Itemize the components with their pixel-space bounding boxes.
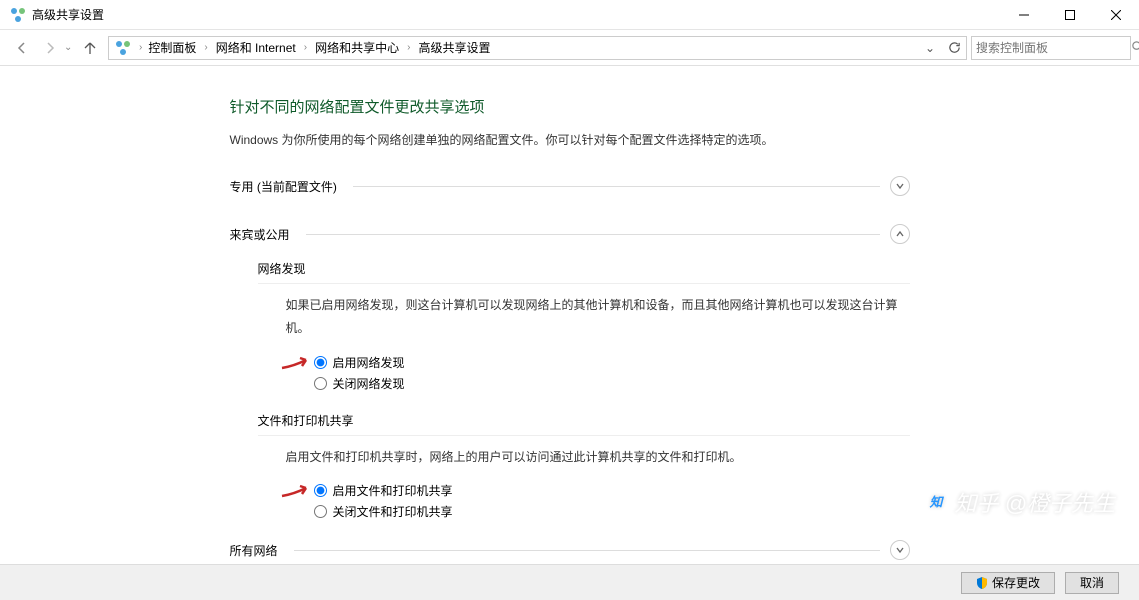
divider xyxy=(258,283,910,284)
cancel-button[interactable]: 取消 xyxy=(1065,572,1119,594)
chevron-right-icon: › xyxy=(202,42,209,53)
content-area: 针对不同的网络配置文件更改共享选项 Windows 为你所使用的每个网络创建单独… xyxy=(0,66,1139,564)
search-box[interactable] xyxy=(971,36,1131,60)
radio-disable-network-discovery[interactable]: 关闭网络发现 xyxy=(314,375,910,392)
maximize-button[interactable] xyxy=(1047,0,1093,30)
watermark: 知 知乎 @橙子先生 xyxy=(925,486,1115,518)
breadcrumb-item[interactable]: 网络和 Internet xyxy=(212,39,300,56)
section-all-networks[interactable]: 所有网络 xyxy=(230,534,910,564)
navbar: ⌄ › 控制面板› 网络和 Internet› 网络和共享中心› 高级共享设置 … xyxy=(0,30,1139,66)
chevron-right-icon: › xyxy=(137,42,144,53)
radio-input[interactable] xyxy=(314,484,327,497)
annotation-arrow-icon xyxy=(280,356,312,370)
search-icon xyxy=(1131,40,1139,56)
watermark-text: 知乎 @橙子先生 xyxy=(955,486,1115,518)
radio-input[interactable] xyxy=(314,356,327,369)
forward-button[interactable] xyxy=(36,34,64,62)
address-dropdown[interactable]: ⌄ xyxy=(918,37,942,59)
window-title: 高级共享设置 xyxy=(32,6,1001,23)
chevron-down-icon[interactable] xyxy=(890,540,910,560)
save-button[interactable]: 保存更改 xyxy=(961,572,1055,594)
section-label: 专用 (当前配置文件) xyxy=(230,178,337,195)
breadcrumb-item[interactable]: 控制面板 xyxy=(144,39,200,56)
titlebar: 高级共享设置 xyxy=(0,0,1139,30)
divider xyxy=(258,435,910,436)
radio-label: 启用网络发现 xyxy=(333,354,405,371)
radio-enable-file-sharing[interactable]: 启用文件和打印机共享 xyxy=(314,482,910,499)
search-input[interactable] xyxy=(976,41,1131,55)
chevron-right-icon: › xyxy=(302,42,309,53)
chevron-right-icon: › xyxy=(405,42,412,53)
chevron-up-icon[interactable] xyxy=(890,224,910,244)
radio-input[interactable] xyxy=(314,377,327,390)
group-title-text: 网络发现 xyxy=(258,262,306,276)
section-private[interactable]: 专用 (当前配置文件) xyxy=(230,170,910,202)
breadcrumb-item[interactable]: 高级共享设置 xyxy=(414,39,494,56)
breadcrumbs: 控制面板› 网络和 Internet› 网络和共享中心› 高级共享设置 xyxy=(144,39,494,56)
radio-label: 关闭文件和打印机共享 xyxy=(333,503,453,520)
svg-text:知: 知 xyxy=(928,495,944,510)
minimize-button[interactable] xyxy=(1001,0,1047,30)
section-label: 所有网络 xyxy=(230,542,278,559)
file-sharing-description: 启用文件和打印机共享时，网络上的用户可以访问通过此计算机共享的文件和打印机。 xyxy=(286,446,910,469)
divider xyxy=(306,234,880,235)
radio-disable-file-sharing[interactable]: 关闭文件和打印机共享 xyxy=(314,503,910,520)
divider xyxy=(353,186,880,187)
radio-input[interactable] xyxy=(314,505,327,518)
address-bar[interactable]: › 控制面板› 网络和 Internet› 网络和共享中心› 高级共享设置 ⌄ xyxy=(108,36,967,60)
radio-label: 启用文件和打印机共享 xyxy=(333,482,453,499)
page-description: Windows 为你所使用的每个网络创建单独的网络配置文件。你可以针对每个配置文… xyxy=(230,131,910,148)
refresh-button[interactable] xyxy=(942,37,966,59)
section-guest[interactable]: 来宾或公用 xyxy=(230,218,910,250)
guest-content: 网络发现 如果已启用网络发现，则这台计算机可以发现网络上的其他计算机和设备，而且… xyxy=(258,260,910,520)
file-sharing-radios: 启用文件和打印机共享 关闭文件和打印机共享 xyxy=(314,482,910,520)
shield-icon xyxy=(976,577,988,589)
group-title-text: 文件和打印机共享 xyxy=(258,414,354,428)
button-label: 取消 xyxy=(1080,574,1104,591)
history-dropdown[interactable]: ⌄ xyxy=(64,42,78,53)
location-icon xyxy=(115,40,131,56)
radio-label: 关闭网络发现 xyxy=(333,375,405,392)
close-button[interactable] xyxy=(1093,0,1139,30)
back-button[interactable] xyxy=(8,34,36,62)
button-label: 保存更改 xyxy=(992,574,1040,591)
page-heading: 针对不同的网络配置文件更改共享选项 xyxy=(230,96,910,117)
divider xyxy=(294,550,880,551)
app-icon xyxy=(10,7,26,23)
annotation-arrow-icon xyxy=(280,484,312,498)
chevron-down-icon[interactable] xyxy=(890,176,910,196)
group-file-sharing-title: 文件和打印机共享 xyxy=(258,412,910,436)
footer: 保存更改 取消 xyxy=(0,564,1139,600)
breadcrumb-item[interactable]: 网络和共享中心 xyxy=(311,39,403,56)
zhihu-icon: 知 xyxy=(925,491,947,513)
section-label: 来宾或公用 xyxy=(230,226,290,243)
network-discovery-description: 如果已启用网络发现，则这台计算机可以发现网络上的其他计算机和设备，而且其他网络计… xyxy=(286,294,910,340)
up-button[interactable] xyxy=(78,36,102,60)
network-discovery-radios: 启用网络发现 关闭网络发现 xyxy=(314,354,910,392)
radio-enable-network-discovery[interactable]: 启用网络发现 xyxy=(314,354,910,371)
window-controls xyxy=(1001,0,1139,30)
group-network-discovery-title: 网络发现 xyxy=(258,260,910,284)
